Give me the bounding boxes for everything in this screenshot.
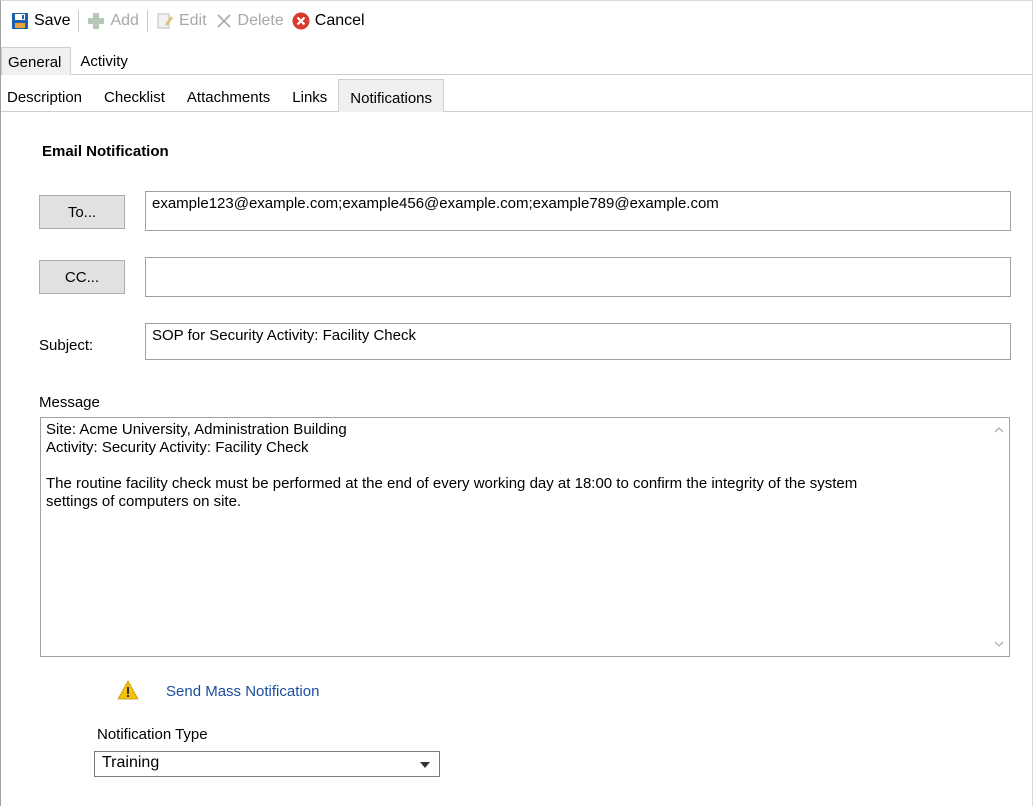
edit-label: Edit xyxy=(178,12,207,29)
warning-icon xyxy=(117,680,139,700)
to-field[interactable]: example123@example.com;example456@exampl… xyxy=(145,191,1011,231)
message-label: Message xyxy=(39,394,100,411)
primary-tab-bar: General Activity xyxy=(1,47,1033,75)
delete-label: Delete xyxy=(237,12,284,29)
add-label: Add xyxy=(110,12,139,29)
tab-activity-label: Activity xyxy=(80,53,128,70)
edit-button[interactable]: Edit xyxy=(152,7,211,35)
tab-general-label: General xyxy=(8,54,62,71)
secondary-tab-bar: Description Checklist Attachments Links … xyxy=(1,79,1033,112)
save-icon xyxy=(12,13,28,29)
tab-checklist[interactable]: Checklist xyxy=(93,79,176,111)
delete-button[interactable]: Delete xyxy=(211,7,288,35)
save-label: Save xyxy=(34,12,71,29)
message-line: Site: Acme University, Administration Bu… xyxy=(46,421,347,438)
message-textarea[interactable]: Site: Acme University, Administration Bu… xyxy=(40,417,1010,657)
notification-type-select[interactable]: Training xyxy=(94,751,440,777)
tab-links-label: Links xyxy=(292,89,328,106)
scroll-down-icon[interactable] xyxy=(993,638,1005,650)
add-button[interactable]: Add xyxy=(83,7,142,35)
toolbar-separator xyxy=(78,10,80,32)
notification-dialog: Save Add Edit Delete Cancel General Acti… xyxy=(0,0,1033,806)
subject-field[interactable]: SOP for Security Activity: Facility Chec… xyxy=(145,323,1011,360)
tab-attachments[interactable]: Attachments xyxy=(176,79,281,111)
toolbar-separator xyxy=(146,10,148,32)
delete-icon xyxy=(216,14,231,28)
tab-general[interactable]: General xyxy=(1,47,72,75)
cc-button[interactable]: CC... xyxy=(39,260,125,294)
tab-description-label: Description xyxy=(7,89,83,106)
chevron-down-icon[interactable] xyxy=(420,762,430,768)
to-button[interactable]: To... xyxy=(39,195,125,229)
save-button[interactable]: Save xyxy=(7,7,74,35)
cancel-button[interactable]: Cancel xyxy=(288,7,369,35)
tab-attachments-label: Attachments xyxy=(186,89,271,106)
cancel-label: Cancel xyxy=(314,12,365,29)
tab-activity[interactable]: Activity xyxy=(71,47,137,74)
notification-type-label: Notification Type xyxy=(97,726,208,743)
section-title: Email Notification xyxy=(42,143,169,160)
cancel-icon xyxy=(292,12,310,30)
notification-type-value: Training xyxy=(102,754,160,771)
toolbar: Save Add Edit Delete Cancel xyxy=(1,1,1033,41)
send-mass-notification-link[interactable]: Send Mass Notification xyxy=(166,683,319,700)
tab-checklist-label: Checklist xyxy=(104,89,165,106)
tab-notifications-label: Notifications xyxy=(350,90,432,107)
message-line xyxy=(46,457,1004,475)
message-scrollbar[interactable] xyxy=(989,418,1009,656)
message-line: The routine facility check must be perfo… xyxy=(46,475,858,492)
cc-field[interactable] xyxy=(145,257,1011,297)
edit-icon xyxy=(157,13,173,29)
subject-label: Subject: xyxy=(39,337,94,354)
scroll-up-icon[interactable] xyxy=(993,424,1005,436)
tab-notifications[interactable]: Notifications xyxy=(338,79,444,112)
add-icon xyxy=(88,13,105,29)
tab-description[interactable]: Description xyxy=(1,79,93,111)
message-line: Activity: Security Activity: Facility Ch… xyxy=(46,439,309,456)
tab-links[interactable]: Links xyxy=(281,79,338,111)
message-line: settings of computers on site. xyxy=(46,493,242,510)
